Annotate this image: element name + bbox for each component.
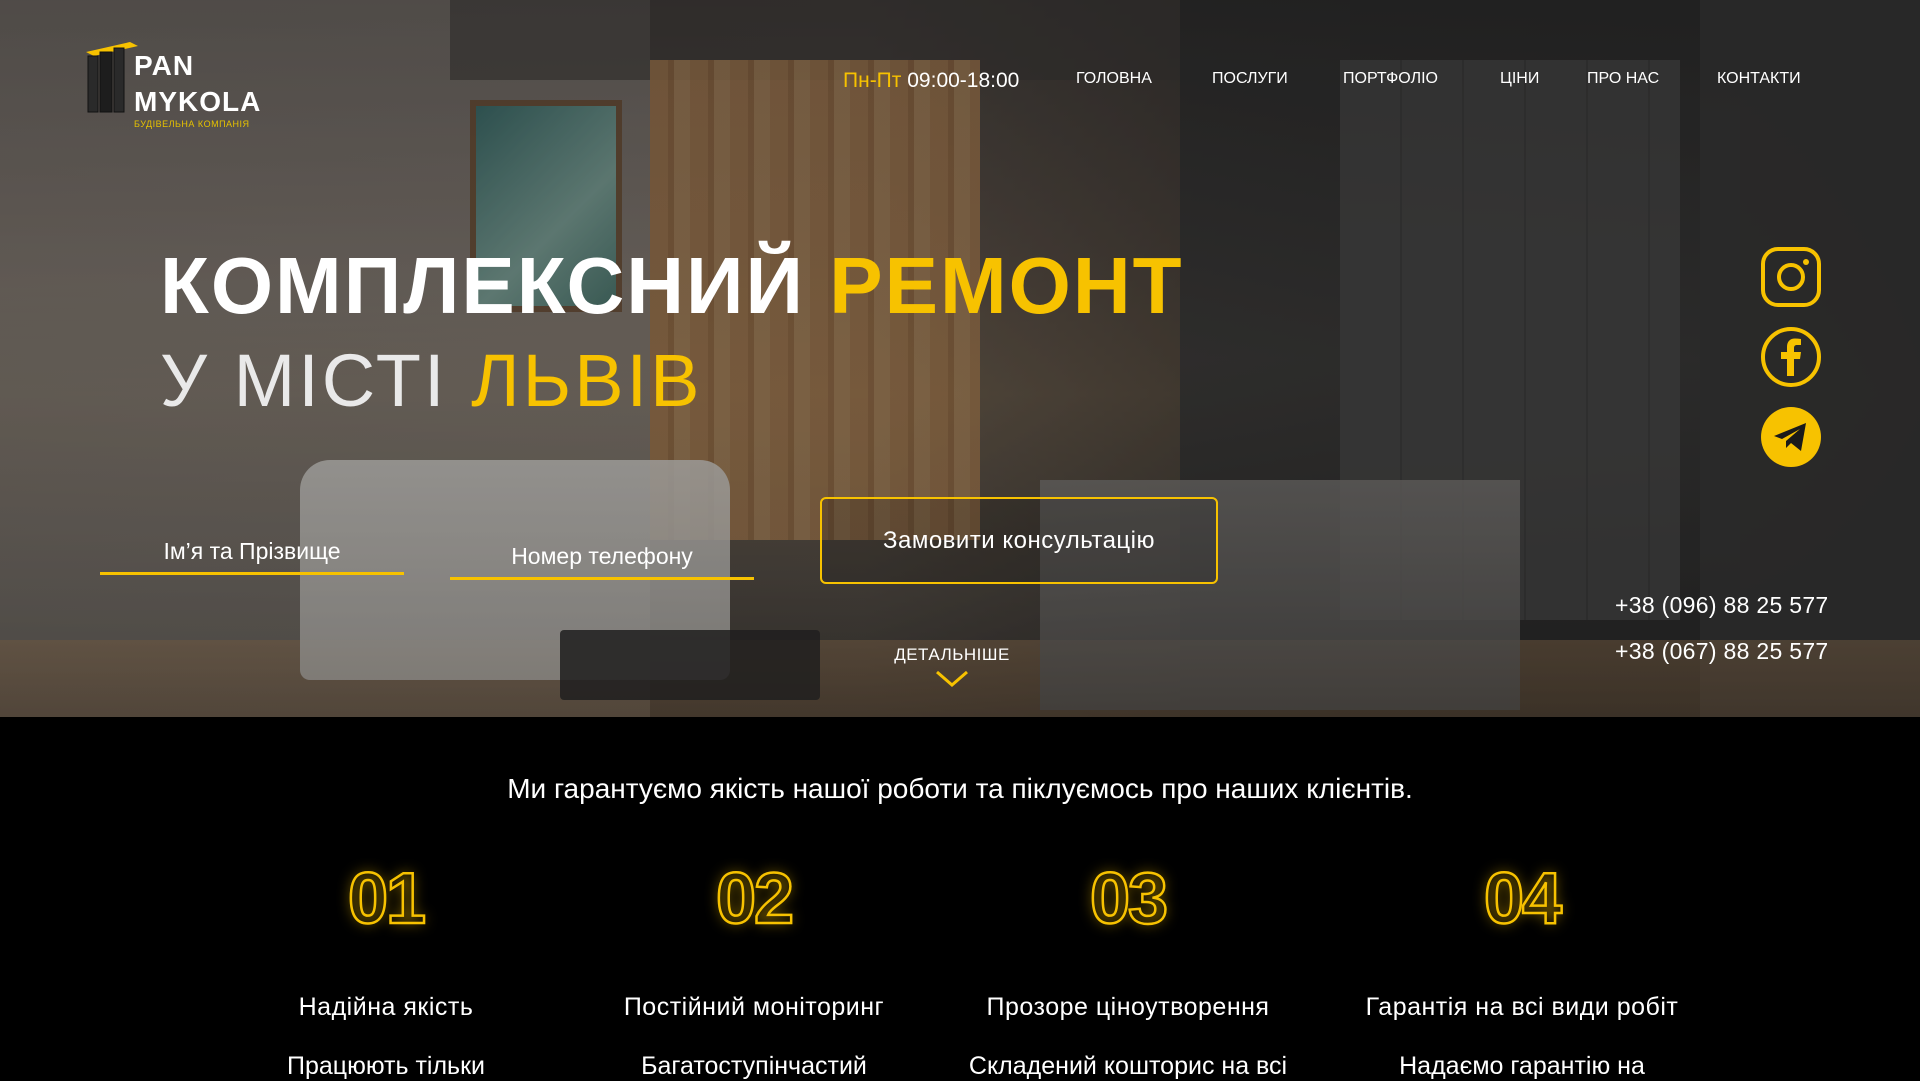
guarantees-section: Ми гарантуємо якість нашої роботи та пік… bbox=[0, 717, 1920, 1080]
phone-number-2[interactable]: +38 (067) 88 25 577 bbox=[1615, 638, 1829, 665]
feature-title: Прозоре ціноутворення bbox=[986, 993, 1270, 1021]
feature-card: 02 Постійний моніторинг Багатоступінчаст… bbox=[564, 859, 944, 1081]
feature-number: 01 bbox=[347, 859, 428, 939]
feature-description: Надаємо гарантію на bbox=[1399, 1052, 1645, 1080]
guarantees-tagline: Ми гарантуємо якість нашої роботи та пік… bbox=[507, 773, 1413, 804]
feature-number: 02 bbox=[715, 859, 796, 939]
hero-subheadline: У МІСТІ ЛЬВІВ bbox=[160, 344, 702, 418]
phone-number-1[interactable]: +38 (096) 88 25 577 bbox=[1615, 592, 1829, 619]
brand-name-line2: MYKOLA bbox=[134, 86, 262, 117]
brand-name-line1: PAN bbox=[134, 50, 195, 81]
chevron-down-icon bbox=[936, 670, 968, 687]
headline-white: КОМПЛЕКСНИЙ bbox=[160, 241, 806, 330]
feature-number: 03 bbox=[1089, 859, 1170, 939]
feature-card: 01 Надійна якість Працюють тільки bbox=[196, 859, 576, 1081]
nav-about[interactable]: ПРО НАС bbox=[1587, 70, 1659, 88]
feature-description: Працюють тільки bbox=[287, 1052, 485, 1080]
nav-prices[interactable]: ЦІНИ bbox=[1500, 70, 1539, 88]
feature-number: 04 bbox=[1483, 859, 1564, 939]
name-input[interactable] bbox=[100, 530, 404, 575]
brand-subtitle: БУДІВЕЛЬНА КОМПАНІЯ bbox=[134, 119, 250, 129]
nav-services[interactable]: ПОСЛУГИ bbox=[1212, 70, 1288, 88]
feature-description: Багатоступінчастий bbox=[641, 1052, 867, 1080]
house-logo-icon bbox=[86, 42, 138, 113]
working-days: Пн-Пт bbox=[843, 69, 902, 92]
instagram-icon[interactable] bbox=[1760, 246, 1822, 308]
more-label: ДЕТАЛЬНІШЕ bbox=[894, 645, 1010, 664]
feature-title: Постійний моніторинг bbox=[623, 993, 885, 1021]
nav-portfolio[interactable]: ПОРТФОЛІО bbox=[1343, 70, 1438, 88]
subheadline-white: У МІСТІ bbox=[160, 339, 448, 422]
hero-headline: КОМПЛЕКСНИЙ РЕМОНТ bbox=[160, 246, 1183, 326]
facebook-icon[interactable] bbox=[1760, 326, 1822, 388]
nav-home[interactable]: ГОЛОВНА bbox=[1076, 70, 1152, 88]
feature-title: Гарантія на всі види робіт bbox=[1365, 993, 1679, 1021]
consultation-button[interactable]: Замовити консультацію bbox=[820, 497, 1218, 584]
feature-card: 04 Гарантія на всі види робіт Надаємо га… bbox=[1332, 859, 1712, 1081]
feature-description: Складений кошторис на всі bbox=[968, 1052, 1288, 1080]
brand-logo[interactable]: PAN MYKOLA БУДІВЕЛЬНА КОМПАНІЯ bbox=[82, 40, 272, 130]
working-time: 09:00-18:00 bbox=[907, 69, 1020, 92]
feature-card: 03 Прозоре ціноутворення Складений кошто… bbox=[938, 859, 1318, 1081]
working-hours: Пн-Пт 09:00-18:00 bbox=[843, 69, 1019, 93]
phone-input[interactable] bbox=[450, 535, 754, 580]
nav-contacts[interactable]: КОНТАКТИ bbox=[1717, 70, 1801, 88]
telegram-icon[interactable] bbox=[1760, 406, 1822, 468]
headline-accent: РЕМОНТ bbox=[829, 241, 1184, 330]
subheadline-accent: ЛЬВІВ bbox=[471, 339, 703, 422]
more-link[interactable]: ДЕТАЛЬНІШЕ bbox=[880, 645, 1024, 689]
feature-title: Надійна якість bbox=[298, 993, 474, 1021]
